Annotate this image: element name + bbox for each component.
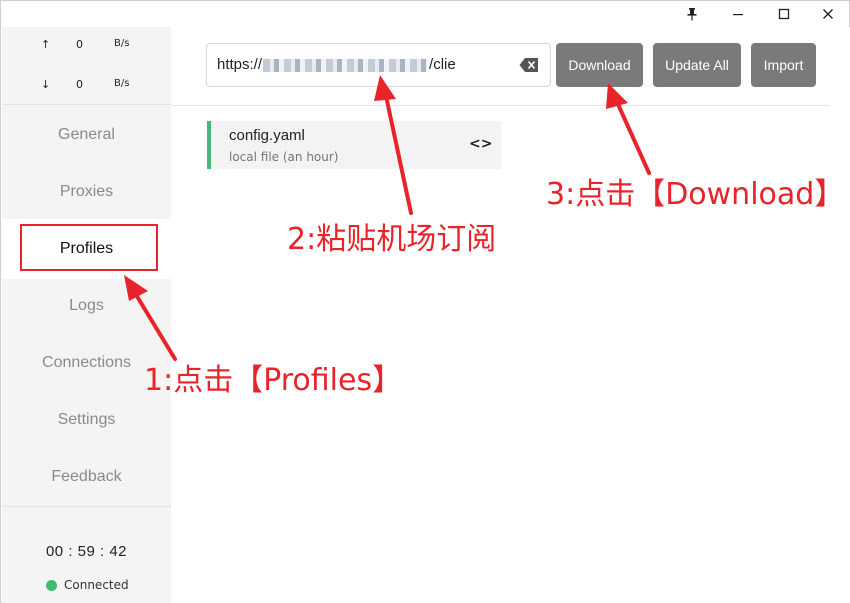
close-icon[interactable] <box>805 1 850 27</box>
profile-subtitle: local file (an hour) <box>229 150 339 164</box>
download-button[interactable]: Download <box>556 43 643 87</box>
app-window: ↑ 0 B/s ↓ 0 B/s General Proxies Profiles… <box>0 0 850 603</box>
annotation-step2: 2:粘贴机场订阅 <box>287 222 497 257</box>
upload-speed: ↑ 0 B/s <box>2 38 171 58</box>
sidebar-item-settings[interactable]: Settings <box>2 400 171 440</box>
toolbar-divider <box>171 105 830 106</box>
download-value: 0 <box>76 78 83 91</box>
sidebar-item-feedback[interactable]: Feedback <box>2 457 171 497</box>
traffic-panel: ↑ 0 B/s ↓ 0 B/s <box>2 27 171 105</box>
import-button[interactable]: Import <box>751 43 816 87</box>
url-redacted <box>263 58 429 72</box>
clear-input-icon[interactable] <box>519 57 539 73</box>
download-unit: B/s <box>114 78 130 89</box>
title-bar <box>1 1 849 27</box>
sidebar-item-logs[interactable]: Logs <box>2 286 171 326</box>
sidebar-item-general[interactable]: General <box>2 115 171 155</box>
connection-status: Connected <box>46 577 129 593</box>
upload-value: 0 <box>76 38 83 51</box>
profiles-highlight-box <box>20 224 158 271</box>
code-edit-icon[interactable]: <> <box>469 136 492 152</box>
subscription-url-input[interactable]: https:// /clie <box>206 43 551 87</box>
close-icon-svg <box>823 9 833 19</box>
upload-arrow-icon: ↑ <box>41 38 51 51</box>
profile-card[interactable]: config.yaml local file (an hour) <> <box>207 121 501 169</box>
url-prefix: https:// <box>217 56 263 73</box>
sidebar: ↑ 0 B/s ↓ 0 B/s General Proxies Profiles… <box>2 27 171 603</box>
uptime-clock: 00 : 59 : 42 <box>45 543 128 560</box>
annotation-step1: 1:点击【Profiles】 <box>144 363 403 398</box>
download-arrow-icon: ↓ <box>41 78 51 91</box>
pin-icon-svg <box>687 8 697 21</box>
annotation-step3: 3:点击【Download】 <box>546 177 845 212</box>
status-dot-icon <box>46 579 57 591</box>
maximize-icon[interactable] <box>761 1 807 27</box>
url-suffix: /clie <box>429 56 456 73</box>
url-text[interactable]: https:// /clie <box>217 56 509 78</box>
sidebar-item-proxies[interactable]: Proxies <box>2 172 171 212</box>
status-label: Connected <box>64 578 129 592</box>
maximize-icon-svg <box>778 8 790 20</box>
main-panel: https:// /clie Download Update All Import… <box>171 27 850 603</box>
minimize-icon-svg <box>733 14 743 16</box>
download-speed: ↓ 0 B/s <box>2 78 171 98</box>
profile-name: config.yaml <box>229 127 305 144</box>
upload-unit: B/s <box>114 38 130 49</box>
update-all-button[interactable]: Update All <box>653 43 741 87</box>
pin-icon[interactable] <box>669 1 715 27</box>
minimize-icon[interactable] <box>715 1 761 27</box>
sidebar-footer: 00 : 59 : 42 Connected <box>2 506 171 603</box>
